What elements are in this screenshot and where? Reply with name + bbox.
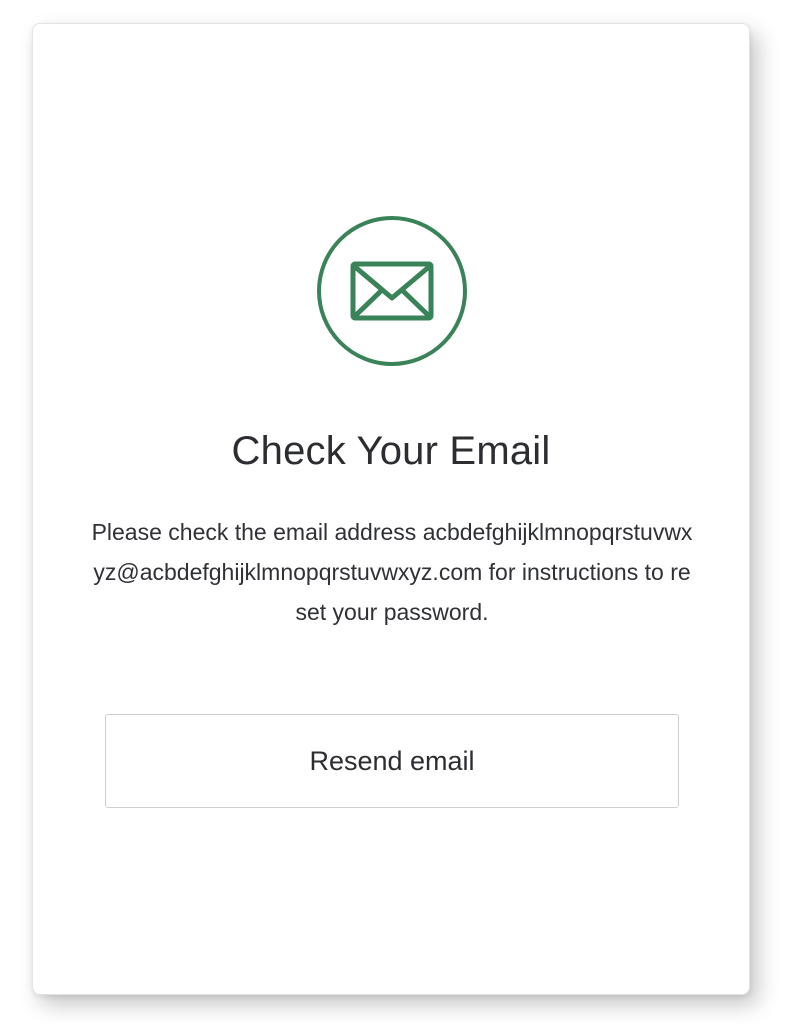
reset-confirmation-card: Check Your Email Please check the email … (32, 23, 750, 995)
resend-email-button[interactable]: Resend email (105, 714, 679, 808)
email-icon-ring (317, 216, 467, 366)
instructions-message: Please check the email address acbdefghi… (91, 512, 693, 632)
message-text-before: Please check the email address (91, 519, 423, 545)
envelope-icon (350, 261, 434, 321)
page-title: Check Your Email (231, 429, 551, 473)
